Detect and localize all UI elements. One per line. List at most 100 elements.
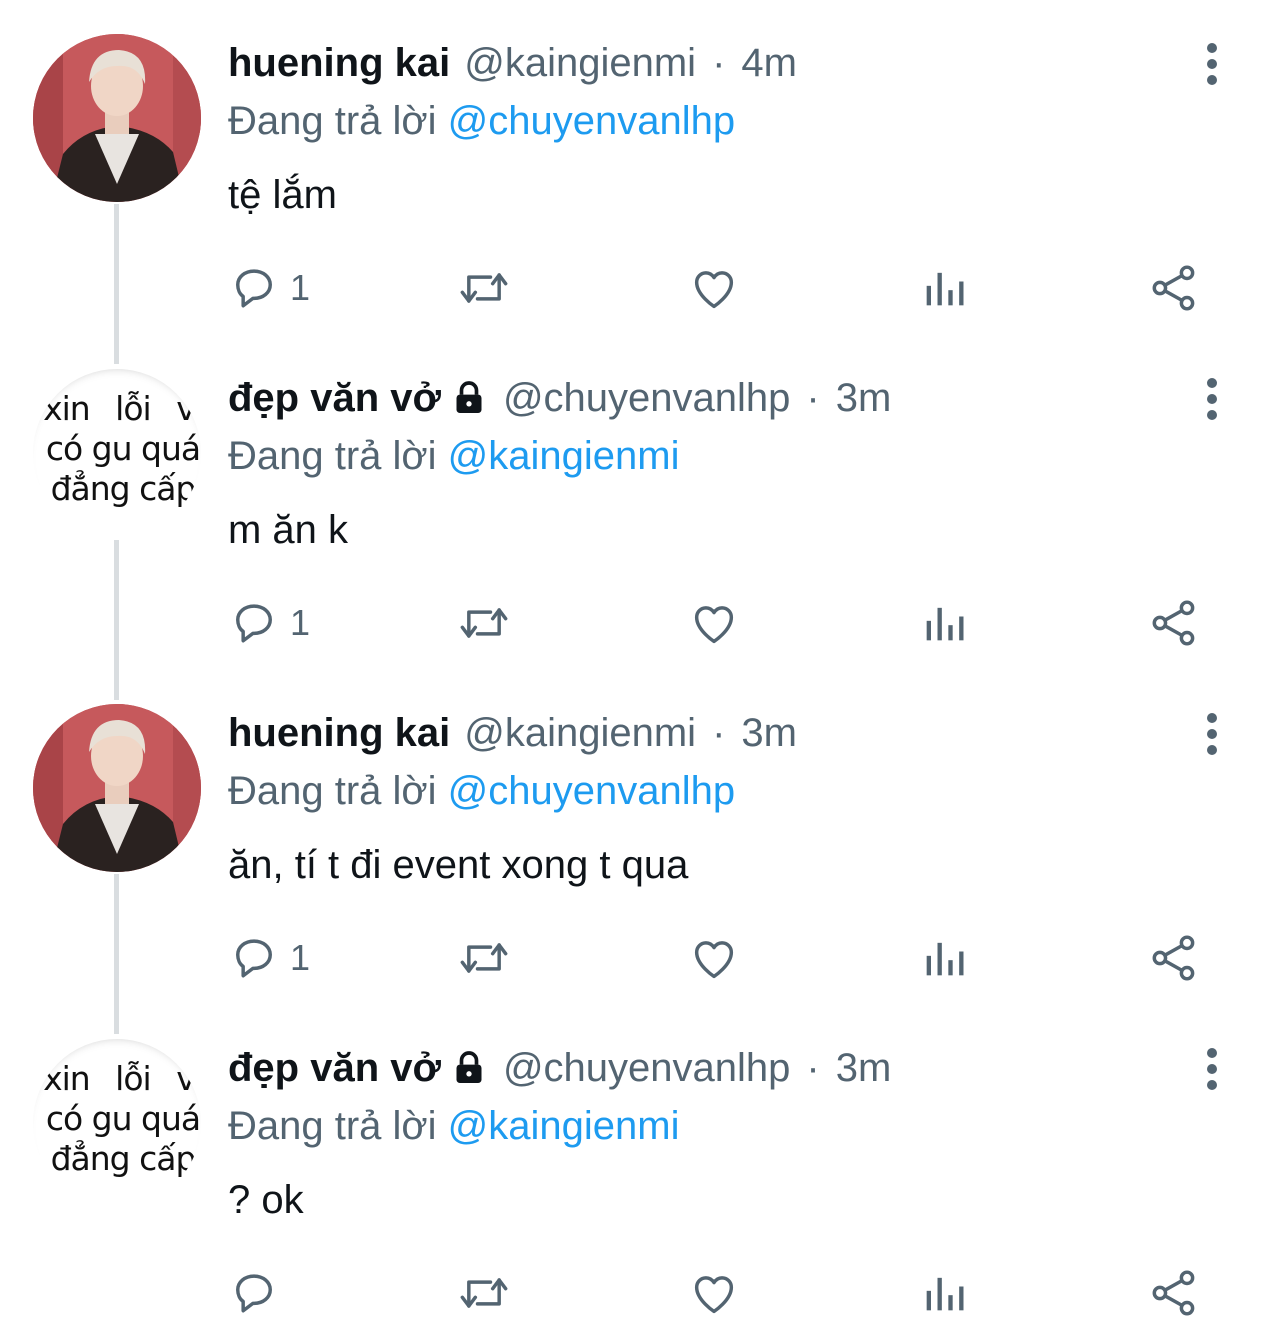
timestamp[interactable]: 3m <box>741 708 797 758</box>
display-name[interactable]: đẹp văn vở <box>228 373 441 423</box>
like-button[interactable] <box>688 930 740 986</box>
meme-line: đẳng cấp <box>50 1139 197 1178</box>
retweet-button[interactable] <box>455 930 513 986</box>
action-bar: 1 <box>0 930 1280 990</box>
replying-prefix: Đang trả lời <box>228 99 437 143</box>
share-button[interactable] <box>1148 1265 1200 1321</box>
retweet-icon <box>460 608 508 638</box>
meme-line: xin lỗi vì <box>43 1059 201 1098</box>
views-icon <box>926 607 964 641</box>
mention-link[interactable]: @chuyenvanlhp <box>448 99 735 143</box>
tweet-text: ăn, tí t đi event xong t qua <box>228 843 689 887</box>
avatar[interactable]: xin lỗi vì có gu quá đẳng cấp <box>33 1039 201 1207</box>
replying-prefix: Đang trả lời <box>228 434 437 478</box>
display-name[interactable]: huening kai <box>228 708 450 758</box>
display-name[interactable]: huening kai <box>228 38 450 88</box>
mention-link[interactable]: @kaingienmi <box>448 434 680 478</box>
separator-dot: · <box>712 41 726 85</box>
avatar-meme-text: xin lỗi vì có gu quá đẳng cấp <box>43 389 201 509</box>
user-handle[interactable]: @kaingienmi <box>464 708 696 758</box>
meme-line: có gu quá <box>45 1099 201 1138</box>
tweet-header: đẹp văn vở @chuyenvanlhp · 3m <box>228 373 891 423</box>
timestamp[interactable]: 3m <box>836 373 892 423</box>
avatar[interactable] <box>33 704 201 872</box>
tweet-header: huening kai @kaingienmi · 3m <box>228 708 797 758</box>
reply-button[interactable]: 1 <box>228 930 310 986</box>
like-button[interactable] <box>688 1265 740 1321</box>
timestamp[interactable]: 3m <box>836 1043 892 1093</box>
tweet-text: tệ lắm <box>228 173 337 217</box>
share-icon <box>1152 600 1195 646</box>
share-icon <box>1152 265 1195 311</box>
tweet-header: đẹp văn vở @chuyenvanlhp · 3m <box>228 1043 891 1093</box>
tweet[interactable]: xin lỗi vì có gu quá đẳng cấp đẹp văn vở… <box>0 1005 1280 1340</box>
retweet-icon <box>460 943 508 973</box>
views-icon <box>926 942 964 976</box>
tweet[interactable]: xin lỗi vì có gu quá đẳng cấp đẹp văn vở… <box>0 335 1280 670</box>
replying-to-line: Đang trả lời @chuyenvanlhp <box>228 96 735 146</box>
more-vertical-icon[interactable] <box>1192 710 1232 758</box>
lock-icon <box>449 378 489 418</box>
like-button[interactable] <box>688 595 740 651</box>
timestamp[interactable]: 4m <box>741 38 797 88</box>
heart-icon <box>694 941 734 979</box>
action-bar: 1 <box>0 595 1280 655</box>
tweet-header: huening kai @kaingienmi · 4m <box>228 38 797 88</box>
views-icon <box>926 1277 964 1311</box>
user-handle[interactable]: @chuyenvanlhp <box>503 1043 790 1093</box>
avatar[interactable]: xin lỗi vì có gu quá đẳng cấp <box>33 369 201 537</box>
tweet[interactable]: huening kai @kaingienmi · 3m Đang trả lờ… <box>0 670 1280 1005</box>
share-button[interactable] <box>1148 595 1200 651</box>
like-button[interactable] <box>688 260 740 316</box>
share-icon <box>1152 1270 1195 1316</box>
reply-count: 1 <box>290 602 311 643</box>
more-vertical-icon[interactable] <box>1192 375 1232 423</box>
separator-dot: · <box>806 1046 820 1090</box>
reply-button[interactable]: 1 <box>228 595 310 651</box>
views-button[interactable] <box>920 260 968 316</box>
views-button[interactable] <box>920 595 968 651</box>
views-button[interactable] <box>920 1265 968 1321</box>
share-button[interactable] <box>1148 930 1200 986</box>
tweet-text: m ăn k <box>228 508 349 552</box>
meme-line: xin lỗi vì <box>43 389 201 428</box>
replying-to-line: Đang trả lời @chuyenvanlhp <box>228 766 735 816</box>
tweet[interactable]: huening kai @kaingienmi · 4m Đang trả lờ… <box>0 0 1280 335</box>
retweet-button[interactable] <box>455 1265 513 1321</box>
reply-count: 1 <box>290 267 311 308</box>
mention-link[interactable]: @kaingienmi <box>448 1104 680 1148</box>
retweet-icon <box>460 1278 508 1308</box>
action-bar <box>0 1265 1280 1325</box>
reply-icon <box>236 604 272 643</box>
more-vertical-icon[interactable] <box>1192 1045 1232 1093</box>
lock-icon <box>449 1048 489 1088</box>
avatar[interactable] <box>33 34 201 202</box>
separator-dot: · <box>806 376 820 420</box>
reply-count: 1 <box>290 937 311 978</box>
tweet-text: ? ok <box>228 1178 304 1222</box>
replying-prefix: Đang trả lời <box>228 1104 437 1148</box>
display-name[interactable]: đẹp văn vở <box>228 1043 441 1093</box>
more-vertical-icon[interactable] <box>1192 40 1232 88</box>
conversation-thread: huening kai @kaingienmi · 4m Đang trả lờ… <box>0 0 1280 1325</box>
replying-prefix: Đang trả lời <box>228 769 437 813</box>
retweet-button[interactable] <box>455 260 513 316</box>
user-handle[interactable]: @kaingienmi <box>464 38 696 88</box>
mention-link[interactable]: @chuyenvanlhp <box>448 769 735 813</box>
heart-icon <box>694 271 734 309</box>
user-handle[interactable]: @chuyenvanlhp <box>503 373 790 423</box>
views-button[interactable] <box>920 930 968 986</box>
replying-to-line: Đang trả lời @kaingienmi <box>228 431 680 481</box>
reply-button[interactable] <box>228 1265 290 1321</box>
retweet-button[interactable] <box>455 595 513 651</box>
views-icon <box>926 272 964 306</box>
reply-icon <box>236 939 272 978</box>
meme-line: đẳng cấp <box>50 469 197 508</box>
reply-button[interactable]: 1 <box>228 260 310 316</box>
separator-dot: · <box>712 711 726 755</box>
retweet-icon <box>460 273 508 303</box>
heart-icon <box>694 606 734 644</box>
meme-line: có gu quá <box>45 429 201 468</box>
share-button[interactable] <box>1148 260 1200 316</box>
heart-icon <box>694 1276 734 1314</box>
